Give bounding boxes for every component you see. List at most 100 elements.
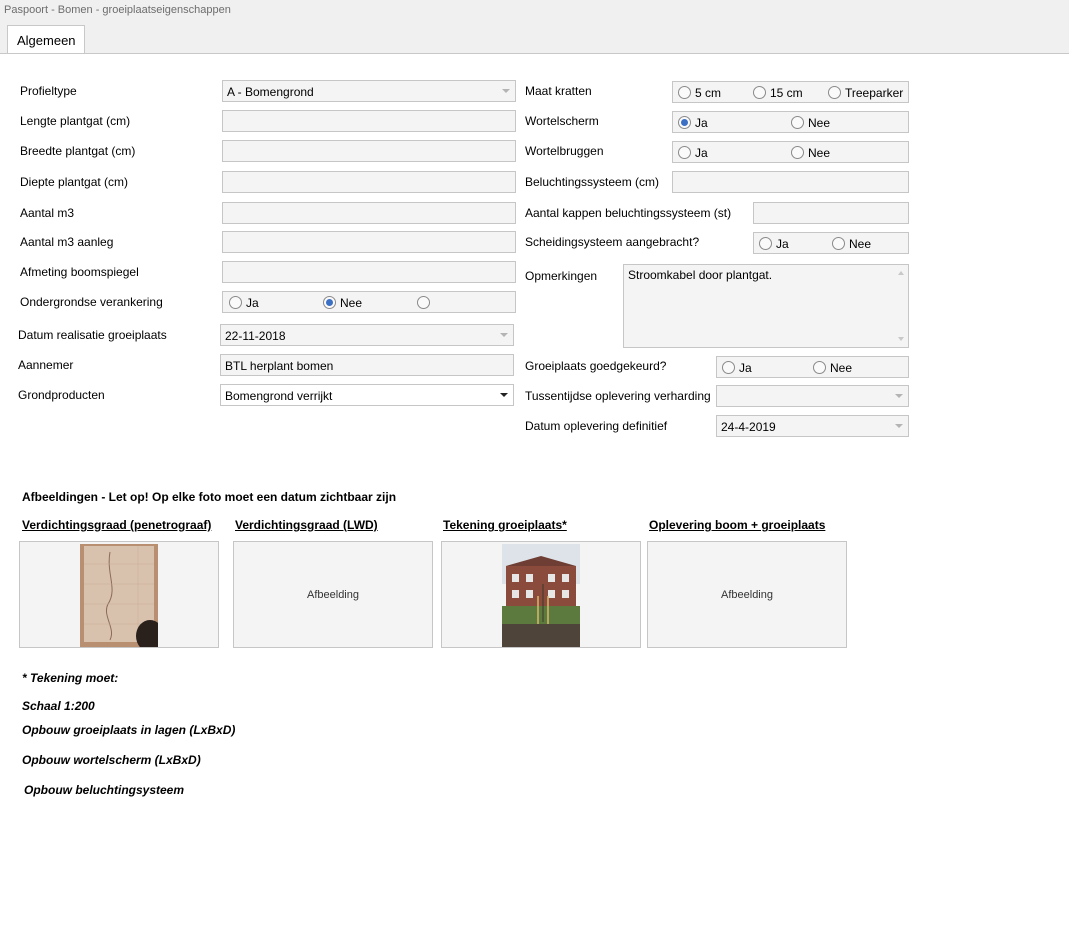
breedte-label: Breedte plantgat (cm) — [20, 144, 136, 158]
verankering-radio-group: Ja Nee — [222, 291, 516, 313]
lengte-label: Lengte plantgat (cm) — [20, 114, 131, 128]
kratten-15cm-label: 15 cm — [770, 86, 803, 100]
wortelscherm-nee-radio[interactable] — [791, 116, 804, 129]
breedte-input[interactable] — [222, 140, 516, 162]
tab-strip: Algemeen — [0, 22, 1069, 54]
lengte-input[interactable] — [222, 110, 516, 132]
image-label-lwd: Verdichtingsgraad (LWD) — [235, 518, 378, 532]
image-slot-tekening[interactable] — [441, 541, 641, 648]
kappen-input[interactable] — [753, 202, 909, 224]
note-opbouw-beluchting: Opbouw beluchtingsysteem — [24, 783, 185, 797]
grondproducten-label: Grondproducten — [18, 388, 105, 402]
profieltype-select[interactable]: A - Bomengrond — [222, 80, 516, 102]
penetrograaf-photo — [80, 544, 158, 647]
datum-realisatie-picker[interactable]: 22-11-2018 — [220, 324, 514, 346]
definitief-picker[interactable]: 24-4-2019 — [716, 415, 909, 437]
maat-kratten-radio-group: 5 cm 15 cm Treeparker — [672, 81, 909, 103]
goedgekeurd-nee-label: Nee — [830, 361, 853, 375]
wortelscherm-nee-label: Nee — [808, 116, 831, 130]
afmeting-input[interactable] — [222, 261, 516, 283]
scheiding-radio-group: Ja Nee — [753, 232, 909, 254]
aannemer-input[interactable]: BTL herplant bomen — [220, 354, 514, 376]
kratten-5cm-label: 5 cm — [695, 86, 722, 100]
aantal-m3-input[interactable] — [222, 202, 516, 224]
kratten-treeparker-radio[interactable] — [828, 86, 841, 99]
image-slot-oplevering[interactable]: Afbeelding — [647, 541, 847, 648]
verankering-nee-radio[interactable] — [323, 296, 336, 309]
tussentijdse-picker[interactable] — [716, 385, 909, 407]
kappen-label: Aantal kappen beluchtingssysteem (st) — [525, 206, 732, 220]
note-opbouw-groeiplaats: Opbouw groeiplaats in lagen (LxBxD) — [22, 723, 236, 737]
aannemer-label: Aannemer — [18, 358, 74, 372]
verankering-ja-radio[interactable] — [229, 296, 242, 309]
profieltype-label: Profieltype — [20, 84, 77, 98]
afmeting-label: Afmeting boomspiegel — [20, 265, 139, 279]
image-placeholder-oplevering: Afbeelding — [721, 589, 773, 601]
wortelbruggen-ja-label: Ja — [695, 146, 708, 160]
goedgekeurd-ja-label: Ja — [739, 361, 752, 375]
note-schaal: Schaal 1:200 — [22, 699, 95, 713]
definitief-value: 24-4-2019 — [721, 420, 776, 434]
image-label-oplevering: Oplevering boom + groeiplaats — [649, 518, 826, 532]
image-placeholder-lwd: Afbeelding — [307, 589, 359, 601]
chevron-down-icon — [895, 424, 903, 428]
window-titlebar: Paspoort - Bomen - groeiplaatseigenschap… — [0, 0, 1069, 23]
scroll-down-icon[interactable] — [898, 337, 904, 341]
wortelscherm-radio-group: Ja Nee — [672, 111, 909, 133]
images-section-title: Afbeeldingen - Let op! Op elke foto moet… — [22, 490, 397, 504]
opmerkingen-label: Opmerkingen — [525, 269, 598, 283]
goedgekeurd-ja-radio[interactable] — [722, 361, 735, 374]
image-label-tekening: Tekening groeiplaats* — [443, 518, 567, 532]
verankering-nee-label: Nee — [340, 296, 363, 310]
note-opbouw-wortelscherm: Opbouw wortelscherm (LxBxD) — [22, 753, 201, 767]
image-slot-lwd[interactable]: Afbeelding — [233, 541, 433, 648]
wortelbruggen-radio-group: Ja Nee — [672, 141, 909, 163]
tekening-photo — [502, 544, 580, 647]
opmerkingen-value: Stroomkabel door plantgat. — [628, 268, 773, 282]
tab-algemeen[interactable]: Algemeen — [7, 25, 85, 53]
aantal-m3-label: Aantal m3 — [20, 206, 75, 220]
grondproducten-value: Bomengrond verrijkt — [225, 389, 333, 403]
goedgekeurd-label: Groeiplaats goedgekeurd? — [525, 359, 667, 373]
diepte-input[interactable] — [222, 171, 516, 193]
opmerkingen-textarea[interactable]: Stroomkabel door plantgat. — [623, 264, 909, 348]
goedgekeurd-radio-group: Ja Nee — [716, 356, 909, 378]
wortelbruggen-nee-radio[interactable] — [791, 146, 804, 159]
verankering-label: Ondergrondse verankering — [20, 295, 163, 309]
wortelbruggen-label: Wortelbruggen — [525, 144, 604, 158]
window-title: Paspoort - Bomen - groeiplaatseigenschap… — [4, 4, 231, 16]
chevron-down-icon — [502, 89, 510, 93]
maat-kratten-label: Maat kratten — [525, 84, 592, 98]
kratten-5cm-radio[interactable] — [678, 86, 691, 99]
datum-realisatie-label: Datum realisatie groeiplaats — [18, 328, 167, 342]
datum-realisatie-value: 22-11-2018 — [225, 329, 286, 343]
beluchting-label: Beluchtingssysteem (cm) — [525, 175, 660, 189]
tab-algemeen-label: Algemeen — [17, 33, 76, 48]
image-slot-penetrograaf[interactable] — [19, 541, 219, 648]
aannemer-value: BTL herplant bomen — [225, 359, 334, 373]
scheiding-label: Scheidingsysteem aangebracht? — [525, 235, 700, 249]
kratten-15cm-radio[interactable] — [753, 86, 766, 99]
diepte-label: Diepte plantgat (cm) — [20, 175, 129, 189]
kratten-treeparker-label: Treeparker — [845, 86, 904, 100]
scheiding-nee-radio[interactable] — [832, 237, 845, 250]
note-heading: * Tekening moet: — [22, 671, 119, 685]
image-label-penetrograaf: Verdichtingsgraad (penetrograaf) — [22, 518, 212, 532]
wortelbruggen-nee-label: Nee — [808, 146, 831, 160]
wortelscherm-ja-label: Ja — [695, 116, 708, 130]
grondproducten-select[interactable]: Bomengrond verrijkt — [220, 384, 514, 406]
scheiding-ja-label: Ja — [776, 237, 789, 251]
wortelscherm-ja-radio[interactable] — [678, 116, 691, 129]
scroll-up-icon[interactable] — [898, 271, 904, 275]
chevron-down-icon — [500, 393, 508, 397]
beluchting-input[interactable] — [672, 171, 909, 193]
scheiding-nee-label: Nee — [849, 237, 872, 251]
verankering-ja-label: Ja — [246, 296, 259, 310]
chevron-down-icon — [895, 394, 903, 398]
verankering-leeg-radio[interactable] — [417, 296, 430, 309]
aantal-m3-aanleg-input[interactable] — [222, 231, 516, 253]
goedgekeurd-nee-radio[interactable] — [813, 361, 826, 374]
scheiding-ja-radio[interactable] — [759, 237, 772, 250]
wortelbruggen-ja-radio[interactable] — [678, 146, 691, 159]
profieltype-value: A - Bomengrond — [227, 85, 314, 99]
